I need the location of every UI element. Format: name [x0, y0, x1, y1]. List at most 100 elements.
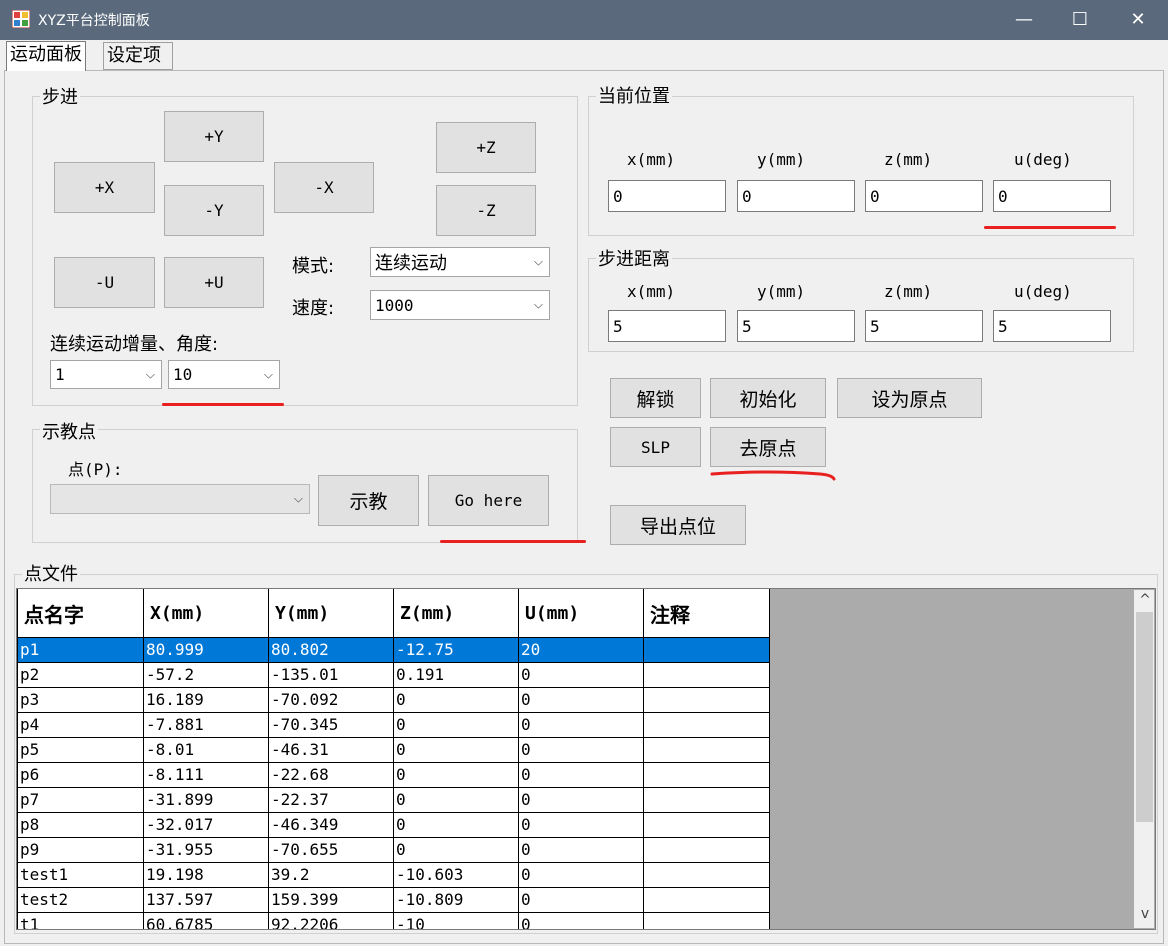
current-y-field[interactable]: 0 — [737, 180, 855, 212]
cell-z[interactable]: -10.809 — [393, 887, 519, 913]
initialize-button[interactable]: 初始化 — [710, 378, 826, 418]
column-header-comment[interactable]: 注释 — [643, 589, 770, 638]
cell-comment[interactable] — [643, 687, 770, 713]
table-row[interactable]: p7 -31.899 -22.37 0 0 — [17, 787, 770, 813]
table-row[interactable]: p3 16.189 -70.092 0 0 — [17, 687, 770, 713]
plus-z-button[interactable]: +Z — [436, 122, 536, 173]
cell-z[interactable]: -12.75 — [393, 637, 519, 663]
minus-x-button[interactable]: -X — [274, 162, 374, 213]
step-u-field[interactable]: 5 — [993, 310, 1111, 342]
cell-y[interactable]: 92.2206 — [268, 912, 394, 929]
title-bar[interactable]: XYZ平台控制面板 — ☐ ✕ — [0, 0, 1168, 40]
cell-x[interactable]: -8.01 — [143, 737, 269, 763]
cell-z[interactable]: 0 — [393, 837, 519, 863]
cell-comment[interactable] — [643, 637, 770, 663]
slp-button[interactable]: SLP — [610, 427, 701, 467]
cell-comment[interactable] — [643, 762, 770, 788]
cell-comment[interactable] — [643, 887, 770, 913]
tab-settings[interactable]: 设定项 — [103, 42, 173, 70]
cell-comment[interactable] — [643, 712, 770, 738]
cell-x[interactable]: -8.111 — [143, 762, 269, 788]
cell-y[interactable]: -135.01 — [268, 662, 394, 688]
cell-name[interactable]: p4 — [17, 712, 144, 738]
scroll-up-icon[interactable]: ^ — [1135, 592, 1155, 608]
cell-name[interactable]: p9 — [17, 837, 144, 863]
maximize-button[interactable]: ☐ — [1052, 0, 1108, 40]
current-z-field[interactable]: 0 — [865, 180, 983, 212]
cell-y[interactable]: -46.349 — [268, 812, 394, 838]
cell-name[interactable]: test1 — [17, 862, 144, 888]
cell-x[interactable]: 16.189 — [143, 687, 269, 713]
cell-y[interactable]: 159.399 — [268, 887, 394, 913]
cell-u[interactable]: 0 — [518, 887, 644, 913]
column-header-y[interactable]: Y(mm) — [268, 589, 394, 638]
table-row[interactable]: t1 60.6785 92.2206 -10 0 — [17, 912, 770, 929]
cell-comment[interactable] — [643, 812, 770, 838]
minus-u-button[interactable]: -U — [54, 257, 155, 308]
cell-x[interactable]: -31.899 — [143, 787, 269, 813]
cell-comment[interactable] — [643, 862, 770, 888]
cell-x[interactable]: -57.2 — [143, 662, 269, 688]
cell-x[interactable]: 80.999 — [143, 637, 269, 663]
cell-x[interactable]: -32.017 — [143, 812, 269, 838]
column-header-x[interactable]: X(mm) — [143, 589, 269, 638]
cell-y[interactable]: -22.68 — [268, 762, 394, 788]
cell-x[interactable]: 19.198 — [143, 862, 269, 888]
cell-name[interactable]: p6 — [17, 762, 144, 788]
plus-x-button[interactable]: +X — [54, 162, 155, 213]
plus-y-button[interactable]: +Y — [164, 111, 264, 162]
cell-z[interactable]: 0 — [393, 812, 519, 838]
points-grid[interactable]: 点名字 X(mm) Y(mm) Z(mm) U(mm) 注释 p1 80.999 8… — [16, 588, 1156, 930]
cell-x[interactable]: -7.881 — [143, 712, 269, 738]
tab-motion-panel[interactable]: 运动面板 — [6, 41, 86, 71]
current-x-field[interactable]: 0 — [608, 180, 726, 212]
cell-y[interactable]: -46.31 — [268, 737, 394, 763]
table-row[interactable]: p9 -31.955 -70.655 0 0 — [17, 837, 770, 863]
table-row[interactable]: p6 -8.111 -22.68 0 0 — [17, 762, 770, 788]
go-here-button[interactable]: Go here — [428, 475, 549, 526]
go-origin-button[interactable]: 去原点 — [710, 427, 826, 467]
cell-u[interactable]: 0 — [518, 862, 644, 888]
cell-name[interactable]: p1 — [17, 637, 144, 663]
minus-y-button[interactable]: -Y — [164, 185, 264, 236]
cell-u[interactable]: 0 — [518, 662, 644, 688]
table-row[interactable]: p1 80.999 80.802 -12.75 20 — [17, 637, 770, 663]
mode-select[interactable]: 连续运动 ⌵ — [370, 247, 550, 277]
cell-z[interactable]: 0.191 — [393, 662, 519, 688]
cell-y[interactable]: -70.345 — [268, 712, 394, 738]
speed-select[interactable]: 1000 ⌵ — [370, 290, 550, 320]
cell-u[interactable]: 0 — [518, 737, 644, 763]
cell-name[interactable]: p5 — [17, 737, 144, 763]
cell-u[interactable]: 20 — [518, 637, 644, 663]
teach-button[interactable]: 示教 — [318, 475, 419, 526]
cell-y[interactable]: 80.802 — [268, 637, 394, 663]
cell-z[interactable]: 0 — [393, 712, 519, 738]
cell-y[interactable]: -22.37 — [268, 787, 394, 813]
cell-u[interactable]: 0 — [518, 687, 644, 713]
cell-z[interactable]: 0 — [393, 687, 519, 713]
cell-x[interactable]: 137.597 — [143, 887, 269, 913]
cell-name[interactable]: test2 — [17, 887, 144, 913]
cell-comment[interactable] — [643, 837, 770, 863]
export-points-button[interactable]: 导出点位 — [610, 505, 746, 545]
scrollbar-thumb[interactable] — [1136, 612, 1153, 822]
set-origin-button[interactable]: 设为原点 — [837, 378, 982, 418]
cell-z[interactable]: -10 — [393, 912, 519, 929]
table-row[interactable]: test1 19.198 39.2 -10.603 0 — [17, 862, 770, 888]
cell-z[interactable]: -10.603 — [393, 862, 519, 888]
cell-z[interactable]: 0 — [393, 787, 519, 813]
cell-u[interactable]: 0 — [518, 712, 644, 738]
step-y-field[interactable]: 5 — [737, 310, 855, 342]
table-row[interactable]: p5 -8.01 -46.31 0 0 — [17, 737, 770, 763]
step-z-field[interactable]: 5 — [865, 310, 983, 342]
increment-select[interactable]: 1 ⌵ — [50, 360, 162, 389]
column-header-u[interactable]: U(mm) — [518, 589, 644, 638]
cell-y[interactable]: -70.655 — [268, 837, 394, 863]
cell-u[interactable]: 0 — [518, 762, 644, 788]
cell-name[interactable]: p2 — [17, 662, 144, 688]
cell-u[interactable]: 0 — [518, 812, 644, 838]
step-x-field[interactable]: 5 — [608, 310, 726, 342]
unlock-button[interactable]: 解锁 — [610, 378, 701, 418]
table-row[interactable]: test2 137.597 159.399 -10.809 0 — [17, 887, 770, 913]
cell-x[interactable]: -31.955 — [143, 837, 269, 863]
